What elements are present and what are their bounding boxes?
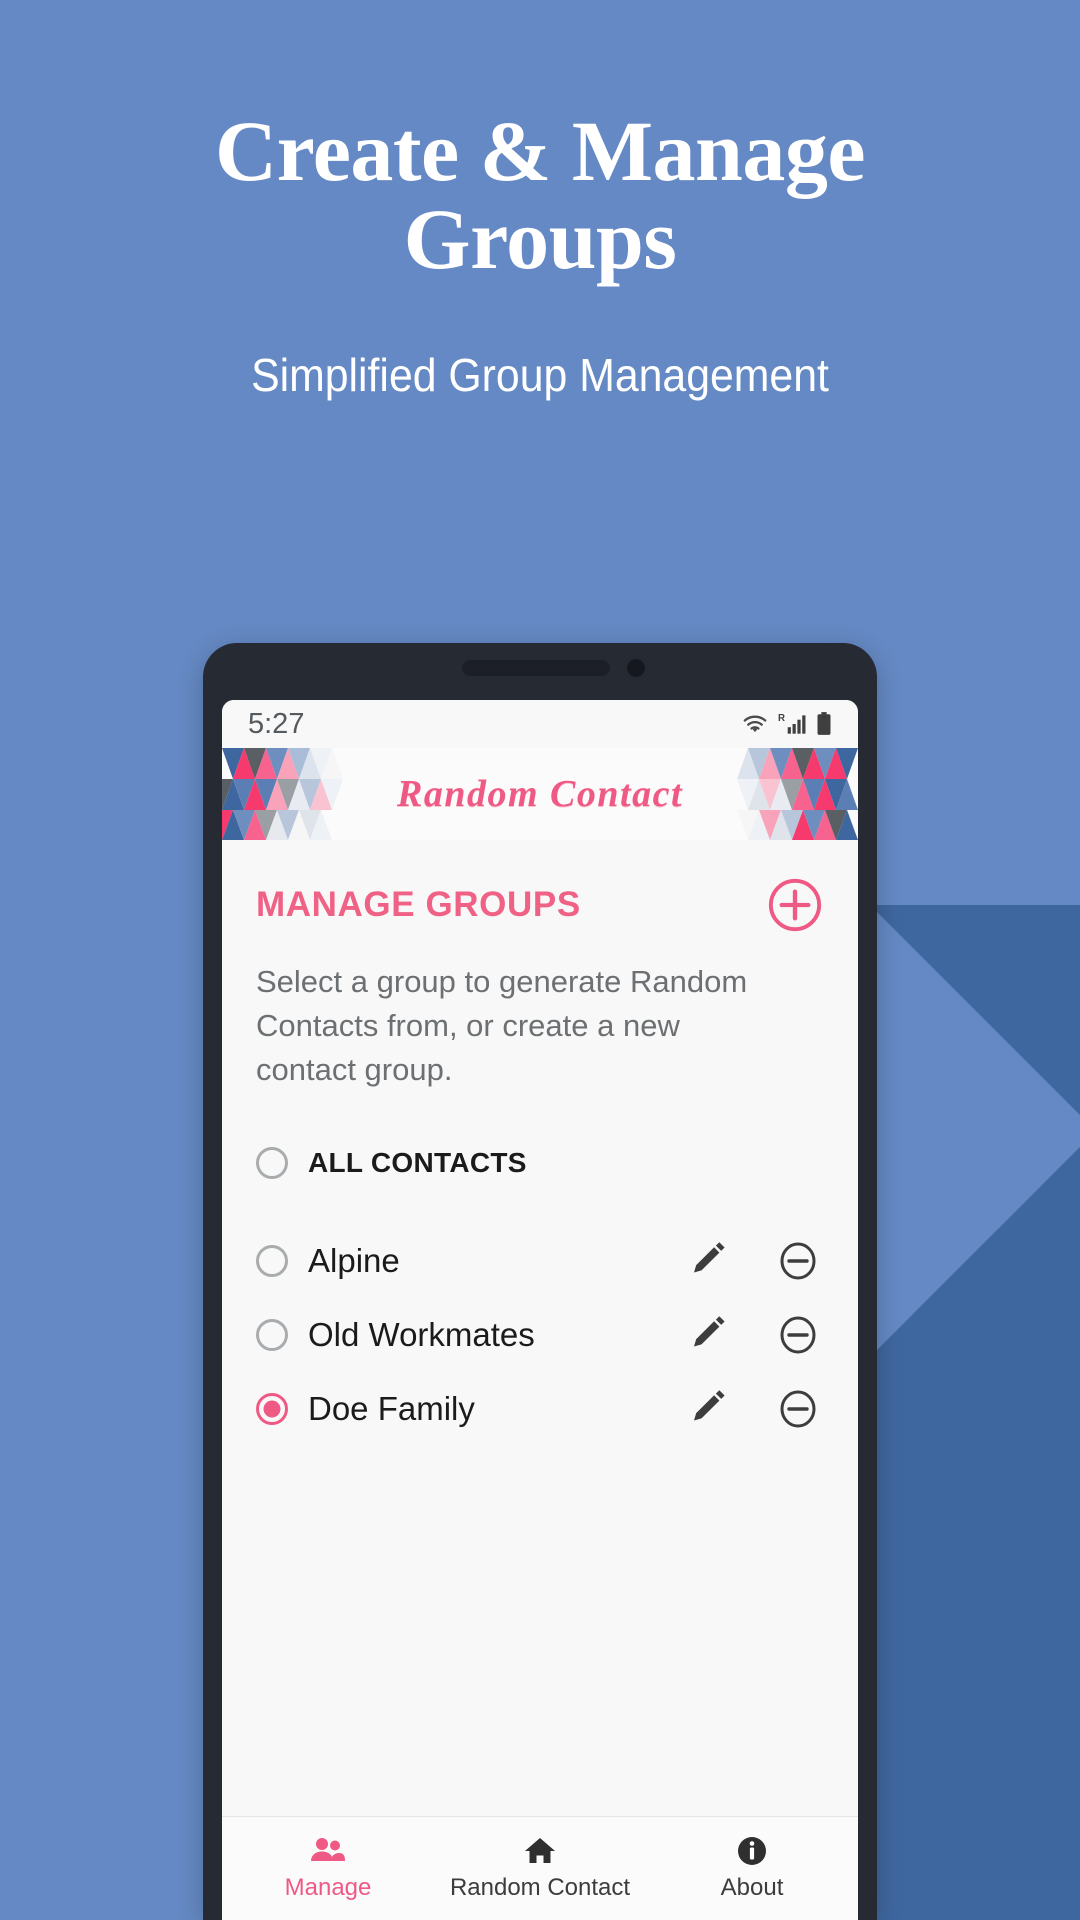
group-radio-all-contacts[interactable] — [256, 1147, 288, 1180]
list-item[interactable]: ALL CONTACTS — [222, 1126, 858, 1200]
status-bar-icons: R — [740, 711, 834, 737]
signal-roaming-icon: R — [778, 713, 806, 734]
triangle-mosaic-right-icon — [737, 748, 858, 840]
app-header: Random Contact — [222, 748, 858, 840]
pencil-icon[interactable] — [686, 1387, 730, 1431]
group-label: Doe Family — [308, 1390, 475, 1428]
phone-front-camera-icon — [627, 659, 645, 677]
group-radio-doe-family[interactable] — [256, 1393, 288, 1426]
promo-subtitle: Simplified Group Management — [251, 349, 829, 401]
screen-description: Select a group to generate Random Contac… — [256, 964, 748, 1088]
group-radio-old-workmates[interactable] — [256, 1319, 288, 1352]
row-actions — [686, 1313, 824, 1357]
nav-item-about[interactable]: About — [646, 1836, 858, 1902]
promo-headline: Create & Manage Groups — [0, 103, 1080, 287]
people-icon — [311, 1837, 345, 1861]
wifi-icon — [743, 715, 767, 733]
row-actions — [686, 1239, 824, 1283]
nav-label: About — [720, 1873, 784, 1901]
status-bar-clock: 5:27 — [248, 707, 305, 740]
minus-circle-icon[interactable] — [776, 1239, 820, 1283]
nav-item-random-contact[interactable]: Random Contact — [434, 1836, 646, 1902]
svg-text:R: R — [778, 713, 785, 724]
battery-icon — [817, 712, 831, 735]
pencil-icon[interactable] — [686, 1239, 730, 1283]
home-icon — [525, 1837, 555, 1863]
promo-headline-line-2: Groups — [403, 190, 677, 287]
manage-groups-screen: MANAGE GROUPS Select a group to generate… — [222, 840, 858, 1920]
page-title: MANAGE GROUPS — [256, 885, 581, 924]
group-list: ALL CONTACTS Alpine Old Workmates Doe Fa… — [222, 1126, 858, 1446]
pencil-icon[interactable] — [686, 1313, 730, 1357]
section-header: MANAGE GROUPS — [222, 840, 858, 934]
triangle-mosaic-left-icon — [222, 748, 343, 840]
group-radio-alpine[interactable] — [256, 1245, 288, 1278]
row-actions — [686, 1387, 824, 1431]
info-icon — [738, 1836, 766, 1865]
nav-label: Random Contact — [449, 1873, 631, 1901]
minus-circle-icon[interactable] — [776, 1313, 820, 1357]
phone-earpiece — [462, 660, 610, 676]
list-item[interactable]: Old Workmates — [222, 1298, 858, 1372]
bottom-navigation: Manage Random Contact About — [222, 1816, 858, 1920]
status-bar: 5:27 R — [222, 700, 858, 748]
phone-screen: 5:27 R Random Contact MANAGE GROUPS Sele… — [222, 700, 858, 1920]
group-label: ALL CONTACTS — [308, 1147, 527, 1179]
list-item[interactable]: Doe Family — [222, 1372, 858, 1446]
minus-circle-icon[interactable] — [776, 1387, 820, 1431]
group-label: Alpine — [308, 1242, 400, 1280]
nav-item-manage[interactable]: Manage — [222, 1836, 434, 1902]
group-label: Old Workmates — [308, 1316, 535, 1354]
plus-circle-icon[interactable] — [766, 876, 824, 934]
app-logo-text: Random Contact — [397, 773, 683, 815]
promo-headline-line-1: Create & Manage — [214, 103, 866, 199]
list-item[interactable]: Alpine — [222, 1224, 858, 1298]
nav-label: Manage — [284, 1873, 372, 1901]
